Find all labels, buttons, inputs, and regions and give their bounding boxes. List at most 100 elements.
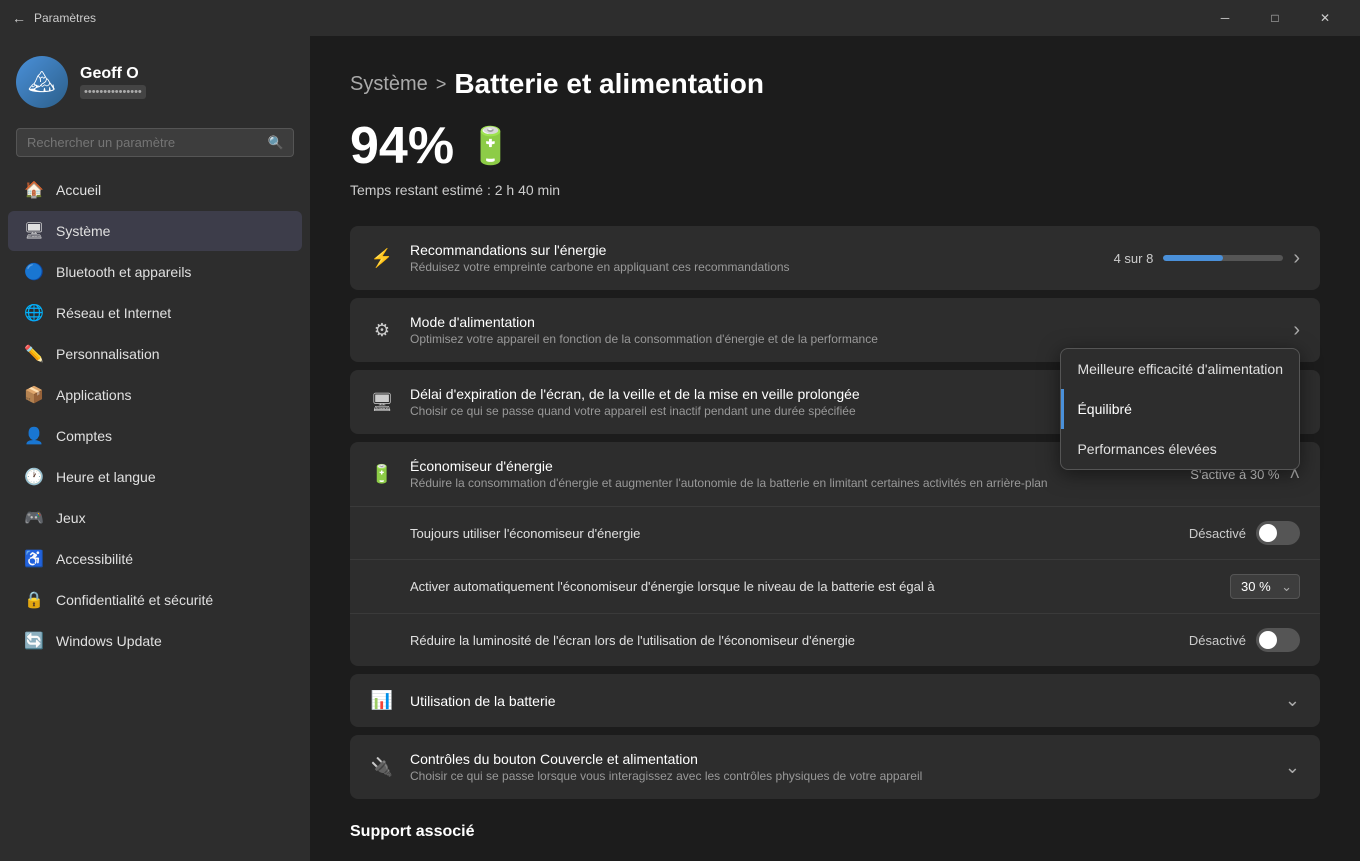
section-controles: 🔌 Contrôles du bouton Couvercle et alime… xyxy=(350,735,1320,799)
section-row-recommandations[interactable]: ⚡ Recommandations sur l'énergie Réduisez… xyxy=(350,226,1320,290)
battery-percent-display: 94% 🔋 xyxy=(350,116,1320,176)
section-title-utilisation: Utilisation de la batterie xyxy=(410,693,1269,709)
window-title: Paramètres xyxy=(34,11,96,25)
section-row-utilisation[interactable]: 📊 Utilisation de la batterie xyxy=(350,674,1320,727)
window-controls: ─ □ ✕ xyxy=(1202,0,1348,36)
chevron-right-icon xyxy=(1293,319,1300,342)
sidebar-item-label: Personnalisation xyxy=(56,346,160,362)
sub-row-label-luminosite: Réduire la luminosité de l'écran lors de… xyxy=(410,633,1189,648)
sidebar-item-accueil[interactable]: 🏠 Accueil xyxy=(8,170,302,210)
toggle-label-toujours: Désactivé xyxy=(1189,526,1246,541)
section-title-recommandations: Recommandations sur l'énergie xyxy=(410,242,1098,258)
section-recommandations: ⚡ Recommandations sur l'énergie Réduisez… xyxy=(350,226,1320,290)
reseau-icon: 🌐 xyxy=(24,303,44,323)
accueil-icon: 🏠 xyxy=(24,180,44,200)
close-button[interactable]: ✕ xyxy=(1302,0,1348,36)
power-mode-option[interactable]: Équilibré xyxy=(1061,389,1299,429)
section-right-text: 4 sur 8 xyxy=(1114,251,1154,266)
search-icon: 🔍 xyxy=(268,135,284,151)
confidentialite-icon: 🔒 xyxy=(24,590,44,610)
breadcrumb-current: Batterie et alimentation xyxy=(454,68,764,100)
personnalisation-icon: ✏️ xyxy=(24,344,44,364)
sidebar-item-label: Applications xyxy=(56,387,132,403)
sidebar-item-label: Confidentialité et sécurité xyxy=(56,592,213,608)
sub-row-luminosite: Réduire la luminosité de l'écran lors de… xyxy=(350,613,1320,666)
section-desc-mode-alimentation: Optimisez votre appareil en fonction de … xyxy=(410,332,1277,346)
minimize-button[interactable]: ─ xyxy=(1202,0,1248,36)
mode-alimentation-icon: ⚙ xyxy=(370,320,394,341)
sidebar-item-label: Heure et langue xyxy=(56,469,156,485)
section-utilisation: 📊 Utilisation de la batterie xyxy=(350,674,1320,727)
sidebar-item-label: Windows Update xyxy=(56,633,162,649)
support-title: Support associé xyxy=(350,823,1320,841)
breadcrumb-sep: > xyxy=(436,74,447,95)
section-desc-economiseur: Réduire la consommation d'énergie et aug… xyxy=(410,476,1174,490)
sidebar-item-personnalisation[interactable]: ✏️ Personnalisation xyxy=(8,334,302,374)
section-title-controles: Contrôles du bouton Couvercle et aliment… xyxy=(410,751,1269,767)
sub-row-label-toujours: Toujours utiliser l'économiseur d'énergi… xyxy=(410,526,1189,541)
maximize-button[interactable]: □ xyxy=(1252,0,1298,36)
sidebar-item-label: Jeux xyxy=(56,510,86,526)
progress-bar xyxy=(1163,255,1283,261)
chevron-right-icon xyxy=(1293,247,1300,270)
user-email: ••••••••••••••• xyxy=(80,85,146,99)
battery-icon: 🔋 xyxy=(468,125,513,167)
titlebar: ← Paramètres ─ □ ✕ xyxy=(0,0,1360,36)
battery-time-value: 2 h 40 min xyxy=(495,182,560,198)
power-mode-option[interactable]: Performances élevées xyxy=(1061,429,1299,469)
sidebar-item-heure[interactable]: 🕐 Heure et langue xyxy=(8,457,302,497)
sidebar-item-label: Accessibilité xyxy=(56,551,133,567)
systeme-icon: 🖥 xyxy=(24,221,44,241)
chevron-down-icon xyxy=(1285,757,1300,778)
sidebar-item-accessibilite[interactable]: ♿ Accessibilité xyxy=(8,539,302,579)
applications-icon: 📦 xyxy=(24,385,44,405)
settings-sections: ⚡ Recommandations sur l'énergie Réduisez… xyxy=(350,226,1320,799)
sub-row-toujours: Toujours utiliser l'économiseur d'énergi… xyxy=(350,506,1320,559)
app-body: 🏔 Geoff O ••••••••••••••• 🔍 🏠 Accueil 🖥 … xyxy=(0,36,1360,861)
chevron-down-icon xyxy=(1285,690,1300,711)
user-name: Geoff O xyxy=(80,65,146,83)
battery-percent-value: 94% xyxy=(350,116,454,176)
toggle-label-luminosite: Désactivé xyxy=(1189,633,1246,648)
user-section[interactable]: 🏔 Geoff O ••••••••••••••• xyxy=(0,36,310,124)
sidebar-item-label: Système xyxy=(56,223,110,239)
select-wrap-activer-auto: 10 %20 %30 %40 %50 % xyxy=(1230,574,1300,599)
accessibilite-icon: ♿ xyxy=(24,549,44,569)
sidebar-item-bluetooth[interactable]: 🔵 Bluetooth et appareils xyxy=(8,252,302,292)
sidebar-item-jeux[interactable]: 🎮 Jeux xyxy=(8,498,302,538)
battery-time: Temps restant estimé : 2 h 40 min xyxy=(350,182,1320,198)
controles-icon: 🔌 xyxy=(370,757,394,778)
breadcrumb-parent: Système xyxy=(350,73,428,96)
battery-time-label: Temps restant estimé : xyxy=(350,182,491,198)
comptes-icon: 👤 xyxy=(24,426,44,446)
sidebar-item-comptes[interactable]: 👤 Comptes xyxy=(8,416,302,456)
breadcrumb: Système > Batterie et alimentation xyxy=(350,68,1320,100)
heure-icon: 🕐 xyxy=(24,467,44,487)
sidebar-item-label: Bluetooth et appareils xyxy=(56,264,191,280)
toggle-toujours[interactable] xyxy=(1256,521,1300,545)
sidebar-item-confidentialite[interactable]: 🔒 Confidentialité et sécurité xyxy=(8,580,302,620)
sidebar: 🏔 Geoff O ••••••••••••••• 🔍 🏠 Accueil 🖥 … xyxy=(0,36,310,861)
sidebar-item-applications[interactable]: 📦 Applications xyxy=(8,375,302,415)
search-box: 🔍 xyxy=(16,128,294,157)
toggle-luminosite[interactable] xyxy=(1256,628,1300,652)
select-activer-auto[interactable]: 10 %20 %30 %40 %50 % xyxy=(1230,574,1300,599)
sidebar-item-reseau[interactable]: 🌐 Réseau et Internet xyxy=(8,293,302,333)
section-economiseur: 🔋 Économiseur d'énergie Réduire la conso… xyxy=(350,442,1320,666)
sidebar-item-systeme[interactable]: 🖥 Système xyxy=(8,211,302,251)
sidebar-item-windows-update[interactable]: 🔄 Windows Update xyxy=(8,621,302,661)
economiseur-icon: 🔋 xyxy=(370,464,394,485)
power-mode-option[interactable]: Meilleure efficacité d'alimentation xyxy=(1061,349,1299,389)
nav-items: 🏠 Accueil 🖥 Système 🔵 Bluetooth et appar… xyxy=(0,169,310,861)
sidebar-item-label: Comptes xyxy=(56,428,112,444)
power-mode-dropdown: Meilleure efficacité d'alimentationÉquil… xyxy=(1060,348,1300,470)
sub-row-activer-auto: Activer automatiquement l'économiseur d'… xyxy=(350,559,1320,613)
search-input[interactable] xyxy=(16,128,294,157)
jeux-icon: 🎮 xyxy=(24,508,44,528)
section-mode-alimentation: ⚙ Mode d'alimentation Optimisez votre ap… xyxy=(350,298,1320,362)
section-row-controles[interactable]: 🔌 Contrôles du bouton Couvercle et alime… xyxy=(350,735,1320,799)
sidebar-item-label: Réseau et Internet xyxy=(56,305,171,321)
windows-update-icon: 🔄 xyxy=(24,631,44,651)
sub-row-label-activer-auto: Activer automatiquement l'économiseur d'… xyxy=(410,579,1230,594)
back-button[interactable]: ← xyxy=(12,10,26,26)
